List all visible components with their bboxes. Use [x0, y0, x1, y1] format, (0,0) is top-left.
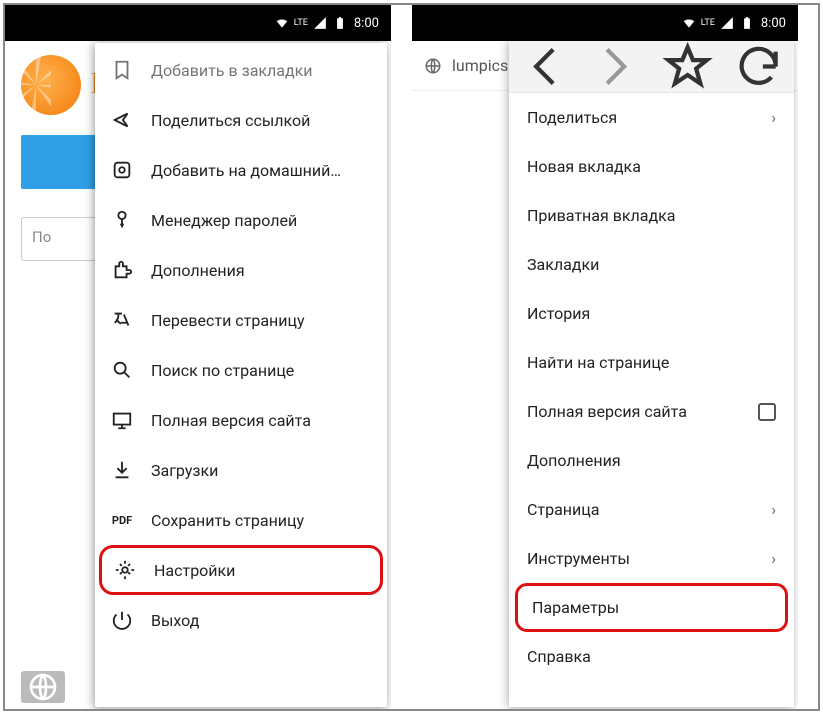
chevron-right-icon: ›	[771, 500, 776, 519]
menu-label: Перевести страницу	[151, 311, 305, 330]
status-bar: LTE 8:00	[412, 5, 798, 41]
menu-label: Закладки	[527, 255, 599, 274]
menu-share-link[interactable]: Поделиться ссылкой	[95, 95, 387, 145]
pdf-icon: PDF	[111, 509, 133, 531]
menu-label: Поделиться	[527, 108, 617, 127]
menu-label: Приватная вкладка	[527, 206, 676, 225]
menu-label: Сохранить страницу	[151, 511, 304, 530]
menu-label: Полная версия сайта	[151, 411, 311, 430]
url-text: lumpics.	[452, 56, 512, 75]
menu-parameters[interactable]: Параметры	[518, 586, 785, 629]
signal-icon	[719, 16, 735, 30]
menu-add-bookmark[interactable]: Добавить в закладки	[95, 45, 387, 95]
wifi-icon	[681, 16, 697, 30]
menu-desktop-site[interactable]: Полная версия сайта	[95, 395, 387, 445]
menu-bookmarks[interactable]: Закладки	[509, 240, 794, 289]
globe-button[interactable]	[21, 671, 65, 703]
power-icon	[111, 609, 133, 631]
nav-back[interactable]	[509, 41, 580, 92]
nav-toolbar	[509, 41, 794, 93]
wifi-icon	[274, 16, 290, 30]
status-bar: LTE 8:00	[5, 5, 391, 41]
menu-label: Дополнения	[151, 261, 245, 280]
menu-label: Выход	[151, 611, 199, 630]
menu-settings[interactable]: Настройки	[102, 548, 380, 592]
menu-label: Добавить на домашний…	[151, 161, 341, 180]
chevron-right-icon: ›	[771, 549, 776, 568]
params-highlight: Параметры	[515, 583, 788, 632]
menu-exit[interactable]: Выход	[95, 595, 387, 645]
share-icon	[111, 109, 133, 131]
nav-forward[interactable]	[580, 41, 651, 92]
search-icon	[111, 359, 133, 381]
nav-bookmark[interactable]	[652, 41, 723, 92]
clock: 8:00	[354, 16, 379, 31]
battery-icon	[332, 16, 348, 30]
menu-label: Полная версия сайта	[527, 402, 687, 421]
menu-history[interactable]: История	[509, 289, 794, 338]
menu-find-on-page[interactable]: Найти на странице	[509, 338, 794, 387]
menu-tools[interactable]: Инструменты ›	[509, 534, 794, 583]
menu-save-pdf[interactable]: PDF Сохранить страницу	[95, 495, 387, 545]
globe-icon	[424, 57, 442, 75]
desktop-icon	[111, 409, 133, 431]
menu-label: Добавить в закладки	[151, 61, 313, 80]
key-icon	[111, 209, 133, 231]
nav-reload[interactable]	[723, 41, 794, 92]
menu-label: История	[527, 304, 590, 323]
menu-label: Загрузки	[151, 461, 218, 480]
menu-addons[interactable]: Дополнения	[509, 436, 794, 485]
left-phone: LTE 8:00 lumpics.ru По	[5, 5, 391, 709]
browser-menu: Добавить в закладки Поделиться ссылкой Д…	[95, 43, 387, 707]
gear-icon	[114, 559, 136, 581]
menu-share[interactable]: Поделиться ›	[509, 93, 794, 142]
menu-private-tab[interactable]: Приватная вкладка	[509, 191, 794, 240]
menu-label: Новая вкладка	[527, 157, 641, 176]
browser-menu: Поделиться › Новая вкладка Приватная вкл…	[509, 41, 794, 707]
menu-label: Поиск по странице	[151, 361, 294, 380]
menu-translate[interactable]: Перевести страницу	[95, 295, 387, 345]
menu-addons[interactable]: Дополнения	[95, 245, 387, 295]
lte-icon: LTE	[701, 19, 715, 28]
menu-downloads[interactable]: Загрузки	[95, 445, 387, 495]
download-icon	[111, 459, 133, 481]
menu-label: Настройки	[154, 561, 235, 580]
menu-find[interactable]: Поиск по странице	[95, 345, 387, 395]
menu-label: Дополнения	[527, 451, 621, 470]
signal-icon	[312, 16, 328, 30]
lte-icon: LTE	[294, 19, 308, 28]
menu-desktop-site[interactable]: Полная версия сайта	[509, 387, 794, 436]
bookmark-icon	[111, 59, 133, 81]
menu-label: Инструменты	[527, 549, 630, 568]
menu-help[interactable]: Справка	[509, 632, 794, 681]
puzzle-icon	[111, 259, 133, 281]
menu-label: Найти на странице	[527, 353, 669, 372]
settings-highlight: Настройки	[99, 545, 383, 595]
menu-passwords[interactable]: Менеджер паролей	[95, 195, 387, 245]
checkbox-icon[interactable]	[758, 403, 776, 421]
menu-page[interactable]: Страница ›	[509, 485, 794, 534]
site-logo-icon	[21, 55, 81, 115]
battery-icon	[739, 16, 755, 30]
right-phone: LTE 8:00 lumpics. Поделиться ›	[412, 5, 798, 709]
home-screen-icon	[111, 159, 133, 181]
menu-new-tab[interactable]: Новая вкладка	[509, 142, 794, 191]
menu-add-home[interactable]: Добавить на домашний…	[95, 145, 387, 195]
translate-icon	[111, 309, 133, 331]
menu-label: Страница	[527, 500, 599, 519]
menu-label: Поделиться ссылкой	[151, 111, 310, 130]
menu-label: Параметры	[532, 598, 619, 617]
menu-label: Справка	[527, 647, 591, 666]
chevron-right-icon: ›	[771, 108, 776, 127]
menu-label: Менеджер паролей	[151, 211, 297, 230]
clock: 8:00	[761, 16, 786, 31]
